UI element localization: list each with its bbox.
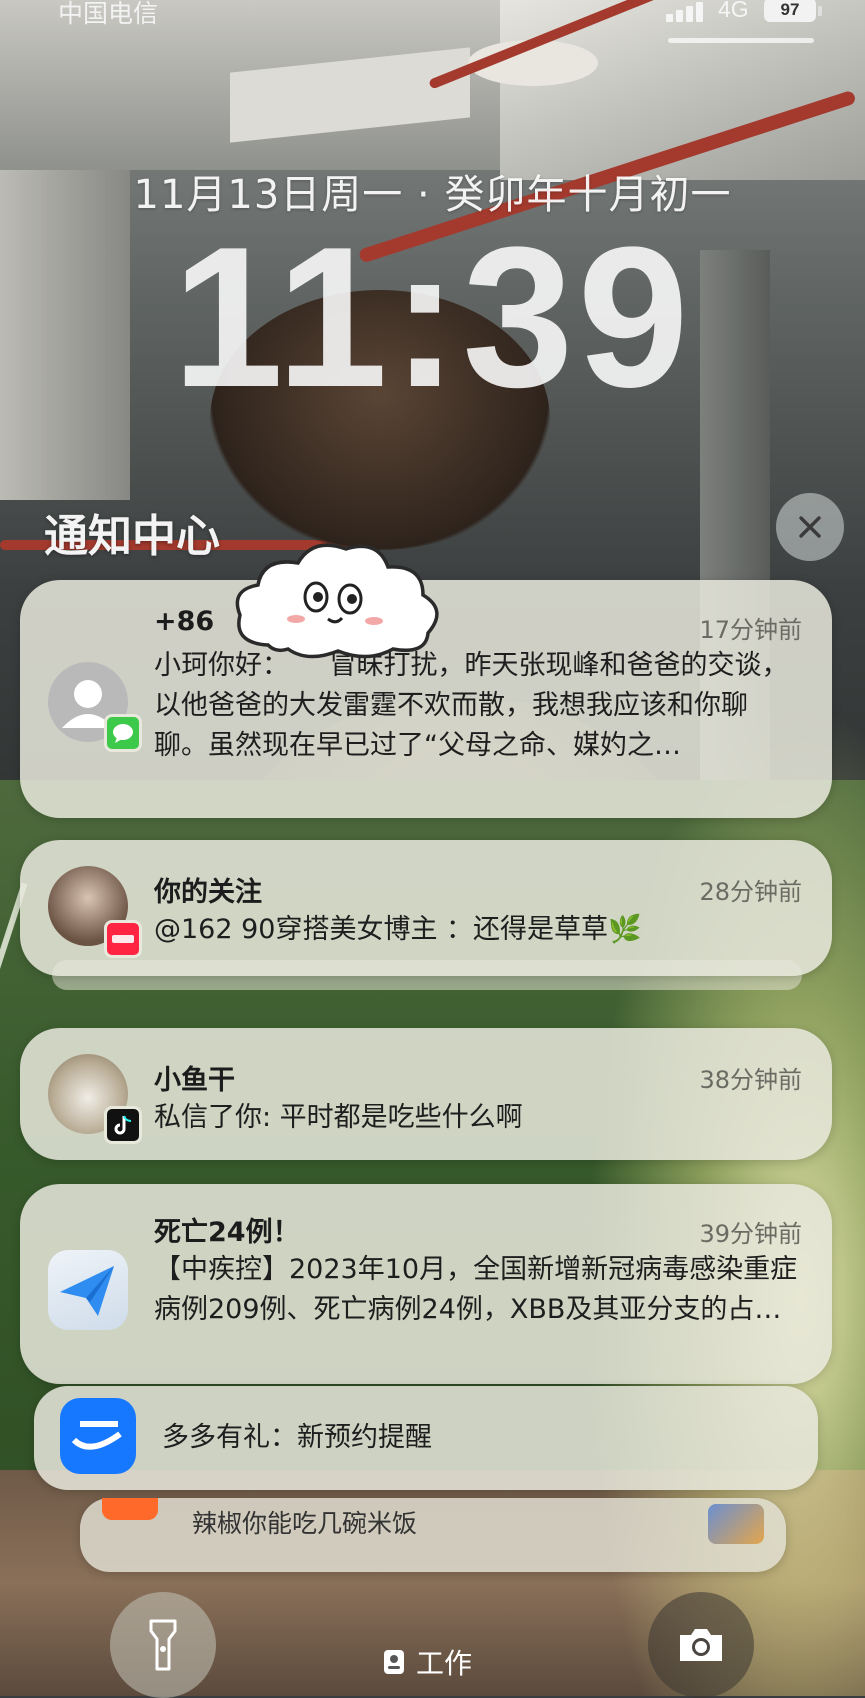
- battery-level: 97: [780, 0, 800, 19]
- focus-mode-label: 工作: [416, 1647, 473, 1680]
- messages-icon: [104, 714, 142, 752]
- food-icon: [102, 1498, 158, 1520]
- carrier-label: 中国电信: [58, 0, 159, 28]
- id-badge-icon: [384, 1650, 404, 1674]
- notification-time: 38分钟前: [699, 1066, 802, 1094]
- focus-mode-indicator[interactable]: 工作: [382, 1642, 472, 1682]
- flashlight-icon: [149, 1619, 177, 1671]
- notification-title: 小鱼干: [154, 1065, 235, 1096]
- notification-card-alipay[interactable]: 多多有礼：新预约提醒: [34, 1386, 818, 1490]
- notification-card-douyin[interactable]: 小鱼干 38分钟前 私信了你: 平时都是吃些什么啊: [20, 1028, 832, 1160]
- notification-body: 【中疾控】2023年10月，全国新增新冠病毒感染重症病例209例、死亡病例24例…: [154, 1254, 798, 1325]
- thumbnail-image: [708, 1504, 764, 1544]
- close-icon: [799, 516, 821, 538]
- xiaohongshu-icon: [104, 920, 142, 958]
- notification-card-stacked[interactable]: 辣椒你能吃几碗米饭: [80, 1498, 786, 1572]
- cloud-sticker: [235, 543, 439, 659]
- notification-time: 28分钟前: [699, 878, 802, 906]
- battery-tip: [818, 6, 822, 16]
- network-type: 4G: [718, 0, 749, 22]
- notification-title: 死亡24例！: [154, 1217, 300, 1248]
- signal-icon: [666, 2, 706, 22]
- control-center-indicator[interactable]: [668, 38, 814, 43]
- notification-center-title: 通知中心: [44, 511, 220, 562]
- notification-body: 辣椒你能吃几碗米饭: [192, 1509, 418, 1538]
- notification-time: 39分钟前: [699, 1220, 802, 1248]
- notification-body: @162 90穿搭美女博主 ：还得是草草🌿: [154, 914, 642, 945]
- notification-title: +86: [154, 606, 215, 637]
- clear-notifications-button[interactable]: [776, 493, 844, 561]
- status-bar: 中国电信 4G 97: [0, 0, 865, 43]
- notification-body: 私信了你: 平时都是吃些什么啊: [154, 1102, 523, 1133]
- notification-card-news[interactable]: 死亡24例！ 39分钟前 【中疾控】2023年10月，全国新增新冠病毒感染重症病…: [20, 1184, 832, 1384]
- notification-body: 多多有礼：新预约提醒: [162, 1422, 432, 1453]
- battery-icon: 97: [764, 0, 816, 22]
- lock-clock: 11:39: [172, 206, 693, 429]
- send-icon: [48, 1250, 128, 1330]
- notification-time: 17分钟前: [699, 616, 802, 644]
- notification-title: 你的关注: [154, 877, 262, 908]
- flashlight-button[interactable]: [110, 1592, 216, 1698]
- alipay-icon: [60, 1398, 136, 1474]
- camera-button[interactable]: [648, 1592, 754, 1698]
- camera-icon: [680, 1629, 722, 1661]
- tiktok-icon: [104, 1106, 142, 1144]
- notification-card-xiaohongshu[interactable]: 你的关注 28分钟前 @162 90穿搭美女博主 ：还得是草草🌿: [20, 840, 832, 976]
